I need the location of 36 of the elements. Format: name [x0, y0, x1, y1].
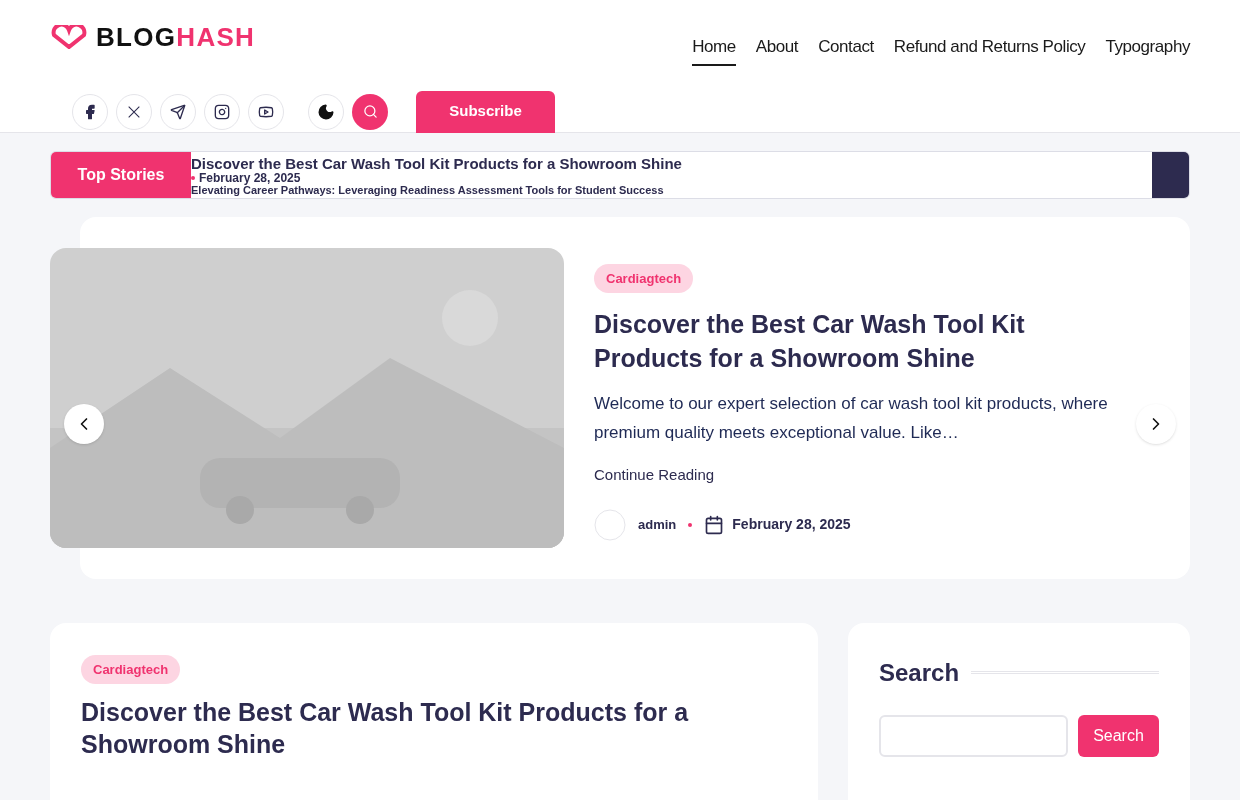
social-button[interactable] [248, 93, 284, 130]
post-title[interactable]: Discover the Best Car Wash Tool Kit Products for a Showroom Shine [81, 696, 787, 760]
nav-link[interactable]: About [755, 34, 799, 66]
search-button[interactable] [352, 93, 388, 130]
post-excerpt: Welcome to our expert selection of car wash tool kit products, where premium quality meets exceptional value. Like… [594, 393, 1109, 444]
logo-icon [50, 25, 88, 49]
dot-icon [191, 175, 195, 180]
widget-title: Search [879, 657, 960, 688]
top-stories-label: Top Stories [51, 151, 191, 198]
dark-mode-button[interactable] [308, 93, 344, 130]
author-name[interactable]: admin [638, 514, 677, 535]
social-button[interactable] [204, 93, 240, 130]
calendar-icon [704, 514, 725, 535]
social-button[interactable] [72, 93, 108, 130]
moon-icon [317, 102, 335, 121]
paper-plane-icon [170, 103, 186, 120]
nav-link[interactable]: Refund and Returns Policy [893, 34, 1086, 66]
nav-link[interactable]: Typography [1105, 34, 1190, 66]
ticker-control[interactable] [1152, 151, 1189, 198]
search-icon [362, 104, 378, 119]
nav-link[interactable]: Home [692, 34, 736, 66]
logo-text[interactable]: BLOGHASH [96, 24, 256, 50]
avatar [594, 508, 626, 541]
post-date: February 28, 2025 [732, 515, 851, 534]
ticker-date: February 28, 2025 [199, 171, 301, 184]
search-submit-button[interactable]: Search [1078, 714, 1159, 757]
post-title[interactable]: Discover the Best Car Wash Tool Kit Products for a Showroom Shine [594, 307, 1120, 375]
ticker-headline[interactable]: Discover the Best Car Wash Tool Kit Products for a Showroom Shine [191, 155, 1152, 171]
continue-reading-link[interactable]: Continue Reading [594, 464, 1120, 487]
subscribe-button[interactable]: Subscribe [416, 90, 555, 133]
social-button[interactable] [160, 93, 196, 130]
ticker-headline[interactable]: Elevating Career Pathways: Leveraging Readiness Assessment Tools for Student Success [191, 184, 1152, 196]
instagram-icon [214, 103, 230, 120]
dot-icon [688, 522, 693, 527]
search-field[interactable] [879, 714, 1068, 757]
nav-link[interactable]: Contact [818, 34, 874, 66]
